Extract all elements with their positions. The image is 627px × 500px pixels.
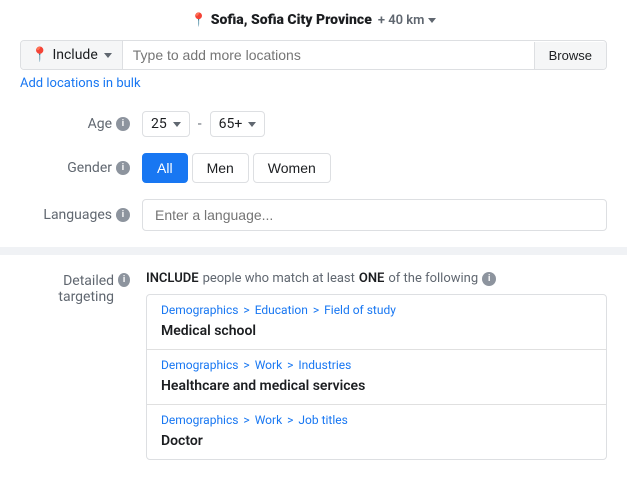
- gender-row: Gender i All Men Women: [0, 145, 627, 191]
- breadcrumb-link[interactable]: Field of study: [324, 303, 396, 317]
- age-max-chevron: [248, 122, 256, 127]
- age-row: Age i 25 - 65+: [0, 103, 627, 145]
- age-label: Age i: [20, 116, 130, 132]
- targeting-box: Demographics > Education > Field of stud…: [146, 294, 607, 460]
- gender-controls: All Men Women: [142, 153, 331, 183]
- breadcrumb-link[interactable]: Demographics: [161, 303, 238, 317]
- detailed-targeting-info-icon[interactable]: i: [118, 273, 130, 287]
- header-include: INCLUDE: [146, 271, 199, 286]
- location-input-row: 📍 Include Browse: [20, 40, 607, 70]
- gender-men-button[interactable]: Men: [192, 153, 249, 183]
- add-bulk-link[interactable]: Add locations in bulk: [20, 76, 607, 91]
- languages-info-icon[interactable]: i: [116, 208, 130, 222]
- location-distance: + 40 km: [378, 13, 425, 28]
- age-controls: 25 - 65+: [142, 111, 265, 137]
- targeting-breadcrumb: Demographics > Work > Industries: [161, 358, 592, 372]
- breadcrumb-link[interactable]: Job titles: [298, 413, 347, 427]
- list-item: Demographics > Education > Field of stud…: [147, 295, 606, 350]
- languages-row: Languages i: [0, 191, 627, 239]
- header-middle: people who match at least: [203, 271, 355, 286]
- languages-label: Languages i: [20, 207, 130, 223]
- age-dash: -: [198, 116, 202, 132]
- age-min-chevron: [173, 122, 181, 127]
- detailed-targeting-label: Detailed targeting i: [20, 271, 130, 460]
- include-dropdown[interactable]: 📍 Include: [21, 41, 123, 69]
- detailed-targeting-content: INCLUDE people who match at least ONE of…: [146, 271, 607, 460]
- location-name: Sofia, Sofia City Province: [211, 12, 372, 28]
- targeting-breadcrumb: Demographics > Work > Job titles: [161, 413, 592, 427]
- location-search-input[interactable]: [123, 41, 534, 69]
- chevron-down-icon[interactable]: [428, 18, 436, 23]
- breadcrumb-link[interactable]: Demographics: [161, 358, 238, 372]
- age-min-select[interactable]: 25: [142, 111, 190, 137]
- header-end: of the following: [388, 271, 478, 286]
- breadcrumb-link[interactable]: Work: [255, 358, 282, 372]
- breadcrumb-link[interactable]: Industries: [298, 358, 351, 372]
- location-bar: 📍 Sofia, Sofia City Province + 40 km: [0, 0, 627, 36]
- breadcrumb-link[interactable]: Demographics: [161, 413, 238, 427]
- pin-icon: 📍: [191, 13, 207, 28]
- breadcrumb-link[interactable]: Work: [255, 413, 282, 427]
- targeting-value: Healthcare and medical services: [161, 376, 592, 396]
- browse-button[interactable]: Browse: [534, 42, 606, 69]
- location-tag: 📍 Sofia, Sofia City Province + 40 km: [191, 12, 437, 28]
- detailed-targeting-section: Detailed targeting i INCLUDE people who …: [0, 247, 627, 468]
- detailed-targeting-header: INCLUDE people who match at least ONE of…: [146, 271, 607, 286]
- gender-info-icon[interactable]: i: [116, 161, 130, 175]
- targeting-value: Medical school: [161, 321, 592, 341]
- header-info-icon[interactable]: i: [482, 272, 496, 286]
- age-max-value: 65+: [219, 116, 243, 132]
- age-info-icon[interactable]: i: [116, 117, 130, 131]
- list-item: Demographics > Work > Industries Healthca…: [147, 350, 606, 405]
- gender-all-button[interactable]: All: [142, 153, 188, 183]
- targeting-value: Doctor: [161, 431, 592, 451]
- breadcrumb-link[interactable]: Education: [255, 303, 308, 317]
- pin-icon-sm: 📍: [31, 47, 48, 63]
- include-label: Include: [52, 47, 97, 63]
- targeting-breadcrumb: Demographics > Education > Field of stud…: [161, 303, 592, 317]
- language-input[interactable]: [142, 199, 607, 231]
- header-one: ONE: [359, 271, 385, 286]
- age-max-select[interactable]: 65+: [210, 111, 266, 137]
- gender-label: Gender i: [20, 160, 130, 176]
- list-item: Demographics > Work > Job titles Doctor: [147, 405, 606, 459]
- gender-women-button[interactable]: Women: [253, 153, 331, 183]
- include-chevron-icon: [104, 53, 112, 58]
- age-min-value: 25: [151, 116, 167, 132]
